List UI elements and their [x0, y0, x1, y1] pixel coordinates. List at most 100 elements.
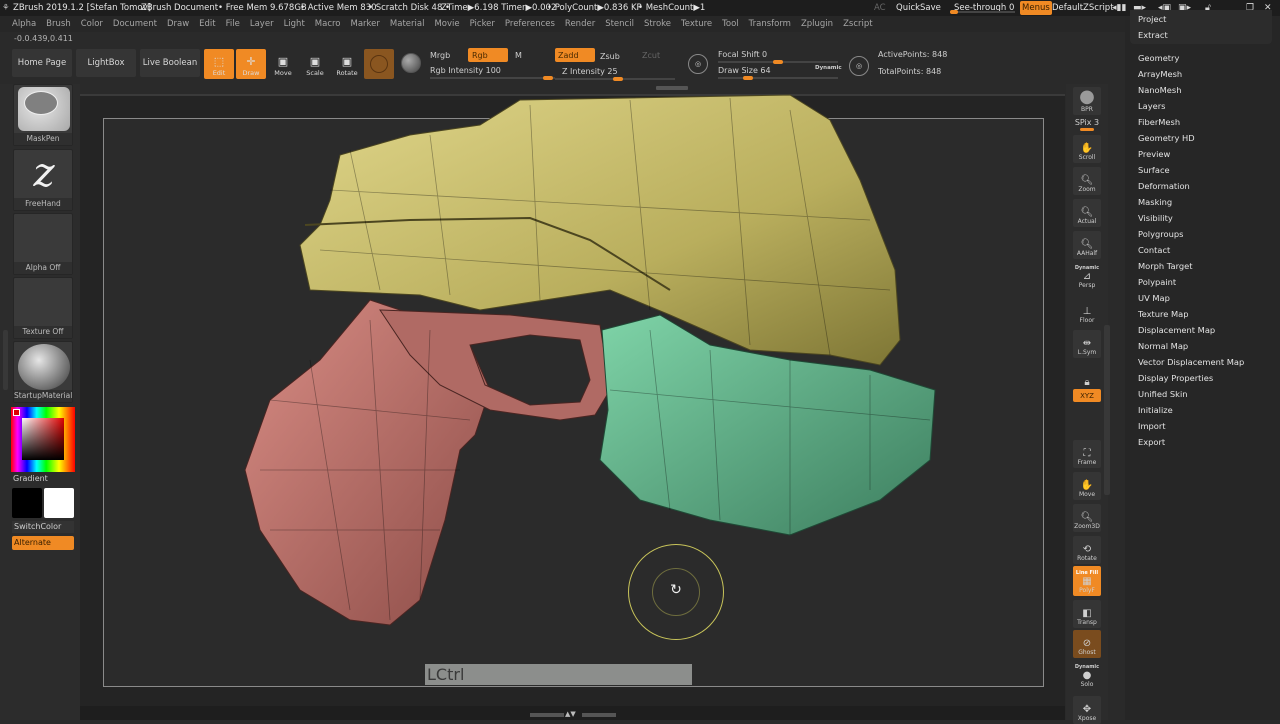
quicksave-button[interactable]: QuickSave: [896, 0, 941, 16]
draw-button[interactable]: ✛ Draw: [236, 49, 266, 79]
menu-preferences[interactable]: Preferences: [505, 16, 555, 32]
menu-color[interactable]: Color: [81, 16, 103, 32]
shelf-l-sym-button[interactable]: ⇹ L.Sym: [1073, 330, 1101, 358]
ac-button[interactable]: AC: [874, 0, 886, 16]
menus-toggle[interactable]: Menus: [1020, 1, 1052, 15]
lazy-mouse-d-icon[interactable]: ◎: [849, 56, 869, 76]
gradient-toggle[interactable]: Gradient: [13, 474, 48, 483]
stroke-selector[interactable]: z FreeHand: [13, 149, 73, 211]
palette-item-normal-map[interactable]: Normal Map: [1138, 341, 1188, 351]
shelf-floor-button[interactable]: ⊥ Floor: [1073, 298, 1101, 326]
menu-document[interactable]: Document: [113, 16, 157, 32]
default-zscript[interactable]: DefaultZScript: [1052, 0, 1114, 16]
palette-item-preview[interactable]: Preview: [1138, 149, 1170, 159]
shelf-polyf-button[interactable]: Line Fill ▦ PolyF: [1073, 566, 1101, 596]
secondary-color-swatch[interactable]: [44, 488, 74, 518]
palette-item-fibermesh[interactable]: FiberMesh: [1138, 117, 1180, 127]
material-selector[interactable]: StartupMaterial: [13, 341, 73, 403]
palette-item-polypaint[interactable]: Polypaint: [1138, 277, 1176, 287]
see-through-slider[interactable]: See-through 0: [954, 0, 1014, 16]
shelf-solo-button[interactable]: Dynamic ● Solo: [1073, 662, 1101, 690]
shelf-persp-button[interactable]: Dynamic ⊿ Persp: [1073, 263, 1101, 291]
menu-zscript[interactable]: Zscript: [843, 16, 873, 32]
palette-item-texture-map[interactable]: Texture Map: [1138, 309, 1189, 319]
palette-item-layers[interactable]: Layers: [1138, 101, 1165, 111]
shelf-zoom3d-button[interactable]: 🔍︎ Zoom3D: [1073, 504, 1101, 532]
menu-material[interactable]: Material: [390, 16, 425, 32]
shelf-ghost-button[interactable]: ⊘ Ghost: [1073, 630, 1101, 658]
menu-stroke[interactable]: Stroke: [644, 16, 671, 32]
shelf-scroll-button[interactable]: ✋ Scroll: [1073, 135, 1101, 163]
palette-item-visibility[interactable]: Visibility: [1138, 213, 1173, 223]
color-saturation-square[interactable]: [22, 418, 64, 460]
m-button[interactable]: M: [515, 51, 522, 60]
main-color-swatch[interactable]: [12, 488, 42, 518]
menu-draw[interactable]: Draw: [167, 16, 189, 32]
zsub-button[interactable]: Zsub: [600, 52, 620, 61]
menu-zplugin[interactable]: Zplugin: [801, 16, 833, 32]
palette-item-initialize[interactable]: Initialize: [1138, 405, 1173, 415]
focal-shift-slider[interactable]: [718, 60, 838, 64]
zadd-button[interactable]: Zadd: [555, 48, 595, 62]
tray-left-toggle-icon[interactable]: ◂▮▮: [1112, 0, 1126, 16]
menu-transform[interactable]: Transform: [749, 16, 791, 32]
see-through-track[interactable]: [950, 10, 1015, 14]
palette-item-unified-skin[interactable]: Unified Skin: [1138, 389, 1188, 399]
spix-slider-knob[interactable]: [1080, 128, 1094, 131]
palette-item-arraymesh[interactable]: ArrayMesh: [1138, 69, 1182, 79]
shelf-move-button[interactable]: ✋ Move: [1073, 472, 1101, 500]
palette-item-vector-displacement-map[interactable]: Vector Displacement Map: [1138, 357, 1244, 367]
menu-tool[interactable]: Tool: [722, 16, 739, 32]
selected-color-swatch[interactable]: [13, 409, 20, 416]
menu-render[interactable]: Render: [565, 16, 595, 32]
material-preview-button[interactable]: [364, 49, 394, 79]
scale-button[interactable]: ▣ Scale: [300, 49, 330, 79]
shelf-frame-button[interactable]: ⛶ Frame: [1073, 440, 1101, 468]
rgb-button[interactable]: Rgb: [468, 48, 508, 62]
palette-item-morph-target[interactable]: Morph Target: [1138, 261, 1192, 271]
menu-marker[interactable]: Marker: [351, 16, 380, 32]
bottom-shelf-handle-right[interactable]: [582, 713, 616, 717]
dynamic-toggle[interactable]: Dynamic: [815, 65, 842, 71]
bottom-shelf-handle-left[interactable]: [530, 713, 564, 717]
shelf-bpr-button[interactable]: ● BPR: [1073, 87, 1101, 115]
switch-color-button[interactable]: SwitchColor: [12, 521, 74, 533]
menu-stencil[interactable]: Stencil: [605, 16, 634, 32]
palette-item-geometry-hd[interactable]: Geometry HD: [1138, 133, 1195, 143]
home-page-button[interactable]: Home Page: [12, 49, 72, 77]
alternate-button[interactable]: Alternate: [12, 536, 74, 550]
shelf-lock-button[interactable]: 🔒︎: [1073, 362, 1101, 390]
mrgb-button[interactable]: Mrgb: [430, 51, 450, 60]
menu-file[interactable]: File: [226, 16, 240, 32]
menu-movie[interactable]: Movie: [434, 16, 459, 32]
shelf-zoom-button[interactable]: 🔍︎ Zoom: [1073, 167, 1101, 195]
menu-texture[interactable]: Texture: [681, 16, 712, 32]
left-tray-scroll[interactable]: [3, 330, 8, 390]
edit-button[interactable]: ⬚ Edit: [204, 49, 234, 79]
draw-size-knob[interactable]: [743, 76, 753, 80]
color-picker[interactable]: [11, 407, 75, 472]
palette-item-extract[interactable]: Extract: [1138, 30, 1168, 40]
alpha-selector[interactable]: Alpha Off: [13, 213, 73, 275]
shelf-xyz-button[interactable]: XYZ: [1073, 389, 1101, 402]
palette-item-contact[interactable]: Contact: [1138, 245, 1170, 255]
palette-item-uv-map[interactable]: UV Map: [1138, 293, 1170, 303]
palette-item-import[interactable]: Import: [1138, 421, 1166, 431]
shelf-transp-button[interactable]: ◧ Transp: [1073, 600, 1101, 628]
menu-macro[interactable]: Macro: [315, 16, 341, 32]
lazy-mouse-s-icon[interactable]: ◎: [688, 54, 708, 74]
menu-light[interactable]: Light: [284, 16, 305, 32]
gun-model[interactable]: [230, 90, 950, 640]
palette-item-surface[interactable]: Surface: [1138, 165, 1170, 175]
shelf-actual-button[interactable]: 🔍︎ Actual: [1073, 199, 1101, 227]
palette-item-geometry[interactable]: Geometry: [1138, 53, 1179, 63]
palette-item-polygroups[interactable]: Polygroups: [1138, 229, 1183, 239]
palette-item-project[interactable]: Project: [1138, 14, 1166, 24]
brush-selector[interactable]: MaskPen: [13, 84, 73, 146]
lightbox-button[interactable]: LightBox: [76, 49, 136, 77]
right-tray-scroll[interactable]: [1104, 325, 1110, 495]
menu-layer[interactable]: Layer: [250, 16, 274, 32]
rgb-intensity-knob[interactable]: [543, 76, 553, 80]
texture-sphere-icon[interactable]: [401, 53, 421, 73]
menu-picker[interactable]: Picker: [470, 16, 495, 32]
